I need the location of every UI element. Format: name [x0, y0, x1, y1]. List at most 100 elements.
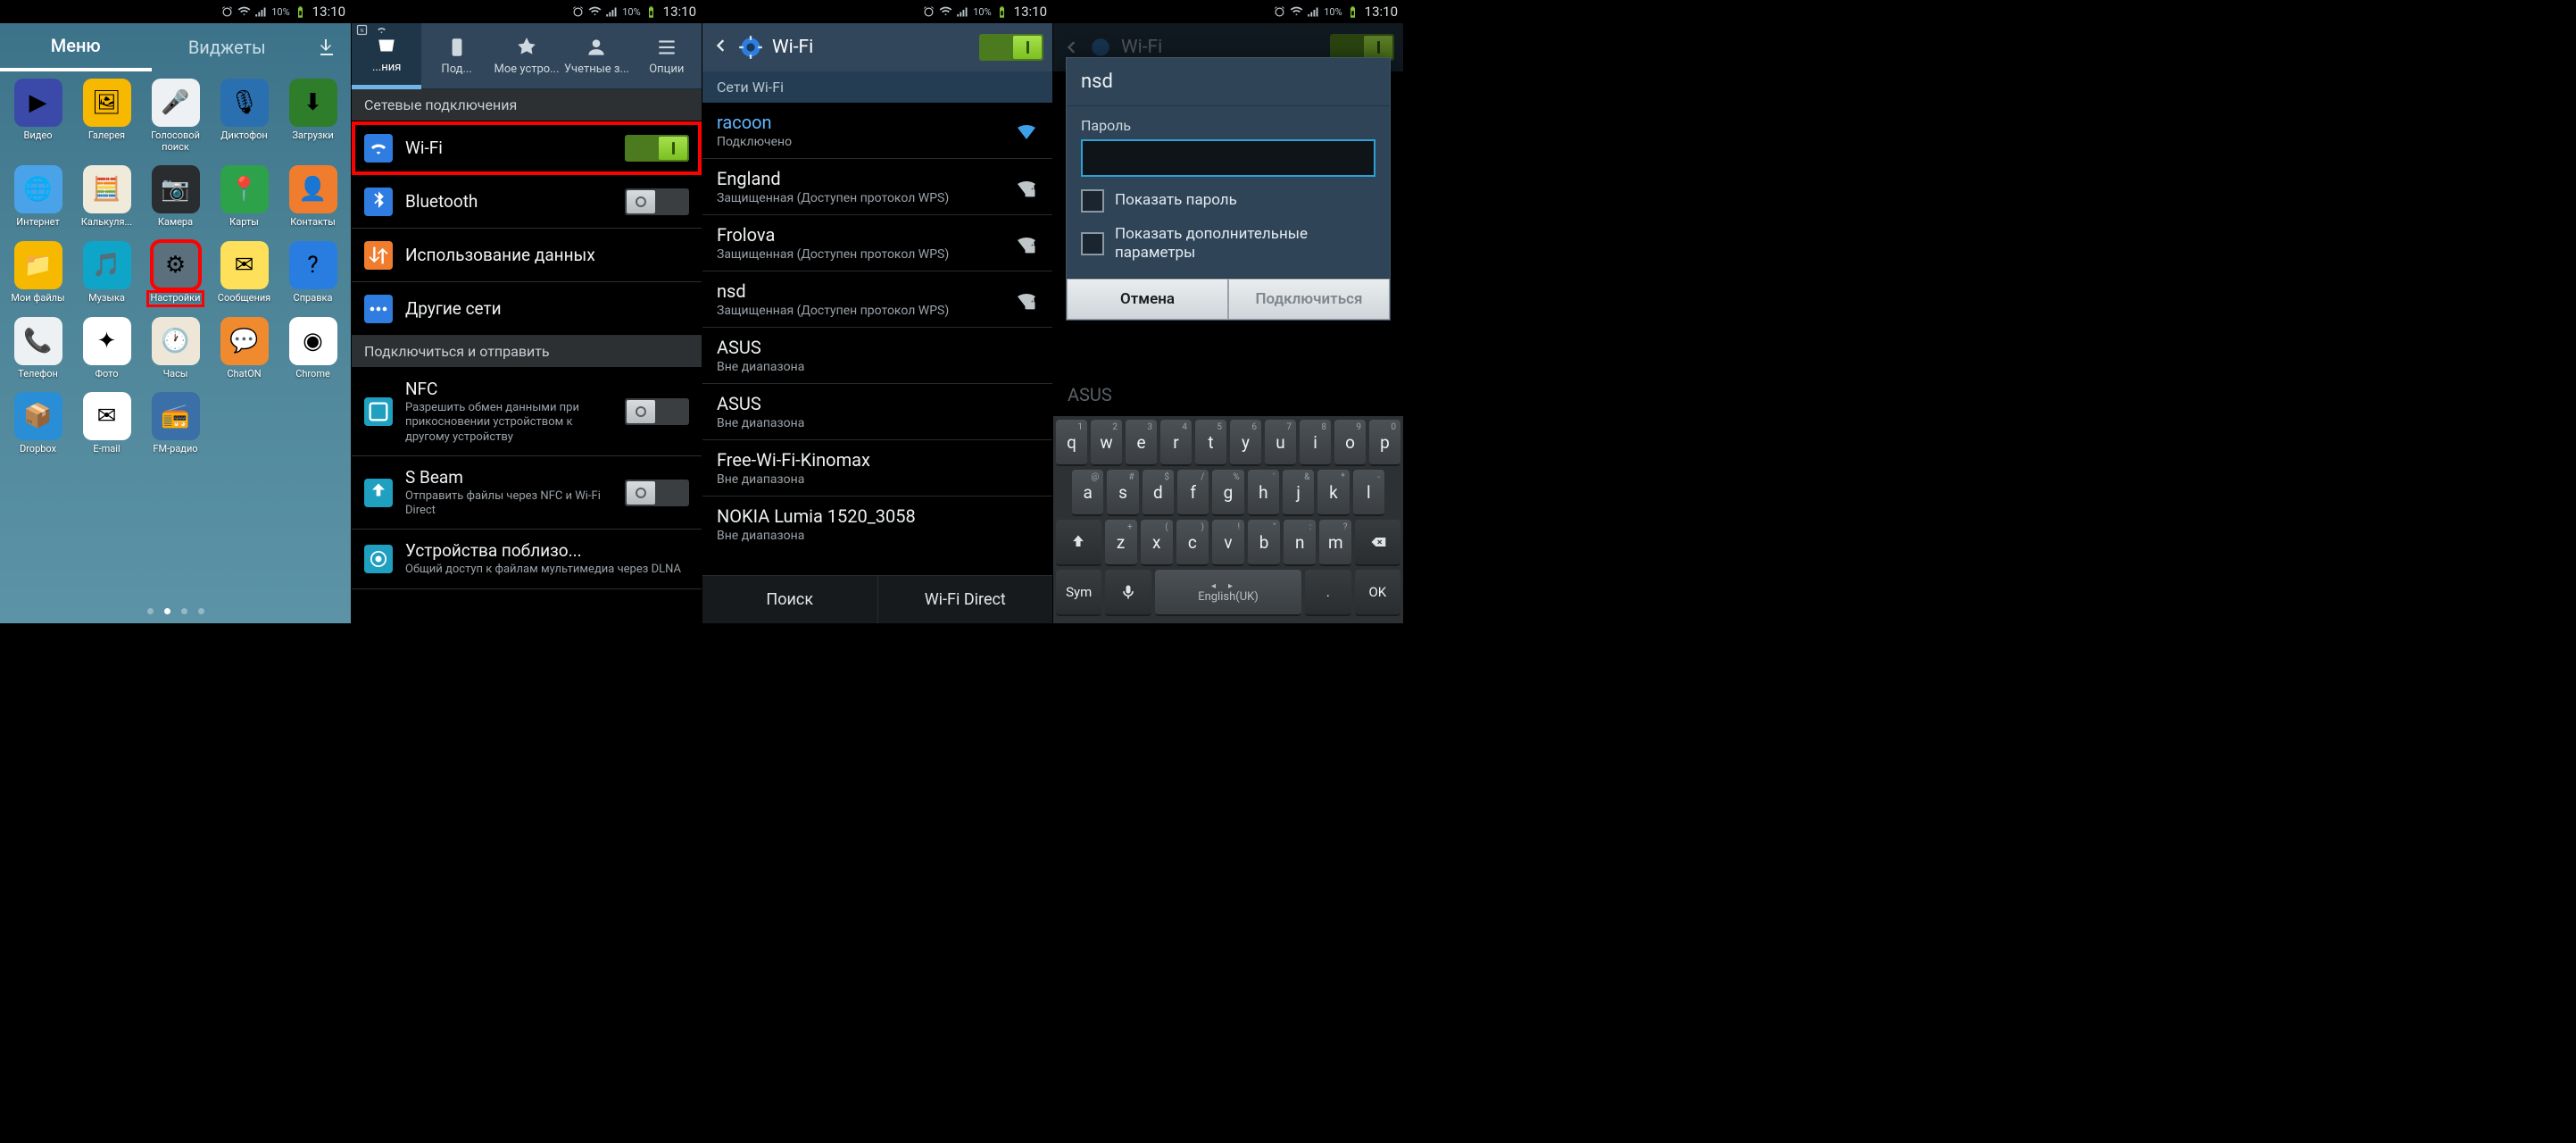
key-space[interactable]: ◂▸English(UK)	[1155, 570, 1301, 616]
setting-row-nearby[interactable]: Устройства поблизо...Общий доступ к файл…	[352, 530, 702, 588]
download-button[interactable]	[303, 23, 351, 71]
connect-button[interactable]: Подключиться	[1228, 279, 1390, 320]
app-справка[interactable]: ?Справка	[278, 241, 347, 305]
key-j[interactable]: j&	[1283, 470, 1314, 516]
network-item[interactable]: FrolovaЗащищенная (Доступен протокол WPS…	[702, 215, 1052, 271]
settings-tab-3[interactable]: Учетные з...	[561, 23, 631, 89]
page-dots	[0, 608, 351, 614]
app-label: Загрузки	[292, 130, 333, 142]
key-p[interactable]: p0	[1369, 420, 1400, 466]
setting-row-nfc[interactable]: NFCРазрешить обмен данными при прикоснов…	[352, 368, 702, 456]
key-r[interactable]: r4	[1160, 420, 1192, 466]
key-t[interactable]: t5	[1195, 420, 1226, 466]
key-n[interactable]: n:	[1284, 520, 1316, 566]
app-интернет[interactable]: 🌐Интернет	[4, 165, 72, 229]
app-камера[interactable]: 📷Камера	[141, 165, 210, 229]
setting-row-more[interactable]: Другие сети	[352, 282, 702, 336]
app-e-mail[interactable]: ✉E-mail	[72, 392, 141, 455]
launcher-screen: 10% 13:10 Меню Виджеты ▶Видео🖼Галерея🎤Го…	[0, 0, 351, 623]
app-калькуля-[interactable]: 🧮Калькуля...	[72, 165, 141, 229]
key-d[interactable]: d$	[1143, 470, 1174, 516]
app-label: Интернет	[16, 217, 59, 229]
app-мои-файлы[interactable]: 📁Мои файлы	[4, 241, 72, 305]
app-icon: ✉	[83, 392, 131, 440]
app-dropbox[interactable]: 📦Dropbox	[4, 392, 72, 455]
key-b[interactable]: b"	[1248, 520, 1280, 566]
key-mic[interactable]	[1105, 570, 1151, 616]
setting-row-sbeam[interactable]: S BeamОтправить файлы через NFC и Wi-Fi …	[352, 456, 702, 530]
key-a[interactable]: a@	[1072, 470, 1103, 516]
key-.[interactable]: .	[1305, 570, 1350, 616]
signal-icon	[1307, 5, 1320, 19]
key-q[interactable]: q1	[1056, 420, 1087, 466]
key-h[interactable]: h'	[1248, 470, 1279, 516]
network-item[interactable]: NOKIA Lumia 1520_3058Вне диапазона	[702, 496, 1052, 549]
network-item[interactable]: nsdЗащищенная (Доступен протокол WPS)	[702, 271, 1052, 328]
key-fn bksp[interactable]	[1355, 520, 1400, 566]
key-s[interactable]: s#	[1107, 470, 1138, 516]
app-icon: ▶	[14, 79, 62, 127]
key-f[interactable]: f/	[1177, 470, 1209, 516]
network-item[interactable]: ASUSВне диапазона	[702, 328, 1052, 384]
setting-row-wifi[interactable]: Wi-Fi	[352, 121, 702, 175]
key-v[interactable]: v!	[1212, 520, 1244, 566]
app-настройки[interactable]: ⚙Настройки	[141, 241, 210, 305]
key-u[interactable]: u7	[1265, 420, 1296, 466]
app-сообщения[interactable]: ✉Сообщения	[210, 241, 278, 305]
network-item[interactable]: racoonПодключено	[702, 103, 1052, 159]
network-item[interactable]: Free-Wi-Fi-KinomaxВне диапазона	[702, 440, 1052, 496]
app-диктофон[interactable]: 🎙Диктофон	[210, 79, 278, 153]
clock-time: 13:10	[312, 4, 345, 20]
tab-menu[interactable]: Меню	[0, 23, 152, 71]
key-OK[interactable]: OK	[1355, 570, 1400, 616]
app-видео[interactable]: ▶Видео	[4, 79, 72, 153]
toggle[interactable]	[625, 135, 689, 162]
key-w[interactable]: w2	[1091, 420, 1122, 466]
key-m[interactable]: m?	[1319, 520, 1351, 566]
app-chrome[interactable]: ◉Chrome	[278, 317, 347, 380]
key-x[interactable]: x(	[1141, 520, 1173, 566]
app-музыка[interactable]: 🎵Музыка	[72, 241, 141, 305]
network-item[interactable]: EnglandЗащищенная (Доступен протокол WPS…	[702, 159, 1052, 215]
app-телефон[interactable]: 📞Телефон	[4, 317, 72, 380]
key-i[interactable]: i8	[1300, 420, 1331, 466]
settings-tab-4[interactable]: Опции	[632, 23, 702, 89]
setting-row-bt[interactable]: Bluetooth	[352, 175, 702, 229]
app-fm-радио[interactable]: 📻FM-радио	[141, 392, 210, 455]
battery-icon	[644, 5, 658, 19]
network-item[interactable]: ASUSВне диапазона	[702, 384, 1052, 440]
app-голосовой-поиск[interactable]: 🎤Голосовой поиск	[141, 79, 210, 153]
key-fn shift[interactable]	[1056, 520, 1101, 566]
key-y[interactable]: y6	[1230, 420, 1261, 466]
wifi-direct-button[interactable]: Wi-Fi Direct	[877, 576, 1053, 623]
wifi-toggle[interactable]	[979, 34, 1043, 61]
toggle[interactable]	[625, 188, 689, 215]
toggle[interactable]	[625, 398, 689, 425]
key-g[interactable]: g%	[1212, 470, 1243, 516]
search-button[interactable]: Поиск	[702, 576, 877, 623]
show-password-checkbox[interactable]: Показать пароль	[1081, 189, 1375, 213]
app-часы[interactable]: 🕐Часы	[141, 317, 210, 380]
back-button[interactable]	[711, 37, 729, 58]
key-Sym[interactable]: Sym	[1056, 570, 1101, 616]
settings-tab-2[interactable]: Мое устро...	[492, 23, 561, 89]
setting-row-data[interactable]: Использование данных	[352, 229, 702, 282]
key-l[interactable]: l-	[1353, 470, 1384, 516]
key-o[interactable]: o9	[1334, 420, 1366, 466]
key-k[interactable]: k*	[1317, 470, 1349, 516]
key-c[interactable]: c)	[1176, 520, 1209, 566]
cancel-button[interactable]: Отмена	[1067, 279, 1228, 320]
app-карты[interactable]: 📍Карты	[210, 165, 278, 229]
key-e[interactable]: e3	[1126, 420, 1157, 466]
toggle[interactable]	[625, 480, 689, 506]
app-контакты[interactable]: 👤Контакты	[278, 165, 347, 229]
app-загрузки[interactable]: ⬇Загрузки	[278, 79, 347, 153]
settings-tab-1[interactable]: Под...	[421, 23, 491, 89]
tab-widgets[interactable]: Виджеты	[152, 23, 303, 71]
key-z[interactable]: z+	[1105, 520, 1137, 566]
app-фото[interactable]: ✦Фото	[72, 317, 141, 380]
advanced-options-checkbox[interactable]: Показать дополнительные параметры	[1081, 225, 1375, 263]
password-input[interactable]	[1081, 139, 1375, 177]
app-галерея[interactable]: 🖼Галерея	[72, 79, 141, 153]
app-chaton[interactable]: 💬ChatON	[210, 317, 278, 380]
